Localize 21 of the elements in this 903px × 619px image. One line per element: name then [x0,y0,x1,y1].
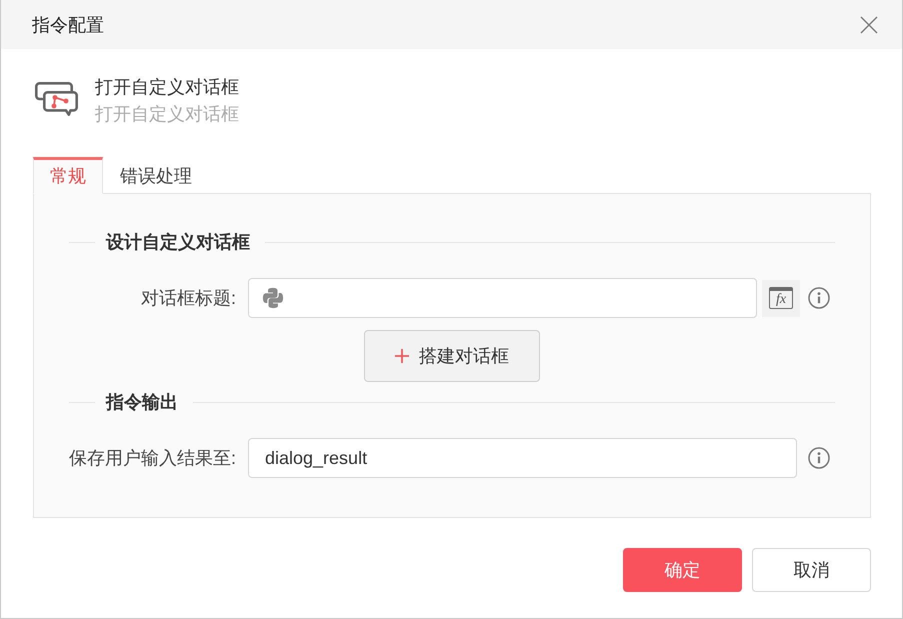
plus-icon [395,349,409,363]
cancel-button[interactable]: 取消 [752,548,871,592]
field-label: 保存用户输入结果至: [69,447,236,470]
section-heading: 设计自定义对话框 [106,231,250,254]
close-button[interactable] [860,16,878,34]
info-icon[interactable] [808,287,830,309]
chat-bubbles-icon [35,82,78,116]
tab[interactable]: 常规 [33,157,103,194]
tab[interactable]: 错误处理 [103,157,209,194]
python-icon [262,287,284,309]
field-label: 对话框标题: [140,287,236,310]
section-heading: 指令输出 [106,391,178,414]
build-dialog-button[interactable]: 搭建对话框 [364,330,540,382]
command-title: 打开自定义对话框 [95,76,239,99]
input-field[interactable] [248,278,757,318]
input-field[interactable]: dialog_result [248,438,797,478]
close-icon [860,16,878,34]
window-title: 指令配置 [32,14,104,36]
command-subtitle: 打开自定义对话框 [95,103,239,126]
info-icon[interactable] [808,447,830,469]
formula-button[interactable]: fx [762,280,800,316]
